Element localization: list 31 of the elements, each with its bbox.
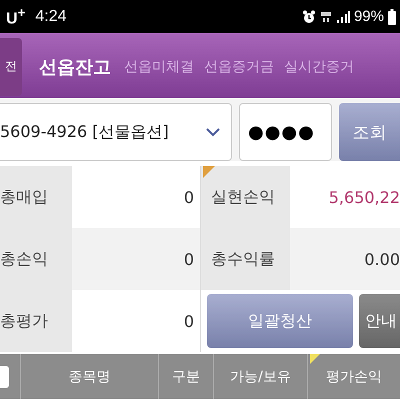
clock-time: 4:24 [35,8,66,26]
summary-label-text: 실현손익 [211,186,275,208]
battery-percent: 99% [354,8,384,25]
tab[interactable]: 선옵잔고 [34,54,119,78]
lte-icon [320,10,332,22]
signal-icon [336,10,350,22]
summary-label: 총손익 [0,228,72,290]
action-button[interactable]: 일괄청산 [207,294,353,348]
back-button[interactable]: 전 [0,38,22,96]
column-header[interactable]: 종목명 [68,368,110,386]
battery-icon [388,8,396,24]
summary-value: 0.00 [290,228,400,290]
password-field[interactable]: ●●●● [239,103,332,161]
tab[interactable]: 선옵미체결 [119,58,199,76]
query-button[interactable]: 조회 [339,103,400,161]
chevron-down-icon [205,127,221,137]
action-button[interactable]: 안내 [359,294,400,348]
summary-label-text: 총수익률 [211,248,275,270]
corner-marker-icon [203,166,215,178]
select-all-checkbox[interactable] [0,366,9,388]
account-dropdown[interactable]: 5609-4926 [선물옵션] [0,103,232,161]
summary-label: 총평가 [0,290,72,352]
carrier-label: U$^{+}$ [6,4,26,28]
tab[interactable]: 선옵증거금 [199,58,279,76]
summary-label: 총매입 [0,166,72,228]
column-header[interactable]: 평가손익 [326,368,382,386]
tab[interactable]: 실시간증거 [279,58,359,76]
alarm-icon [302,10,316,24]
column-header[interactable]: 가능/보유 [230,368,291,386]
column-header[interactable]: 구분 [172,368,200,386]
summary-value: 0 [72,228,200,290]
